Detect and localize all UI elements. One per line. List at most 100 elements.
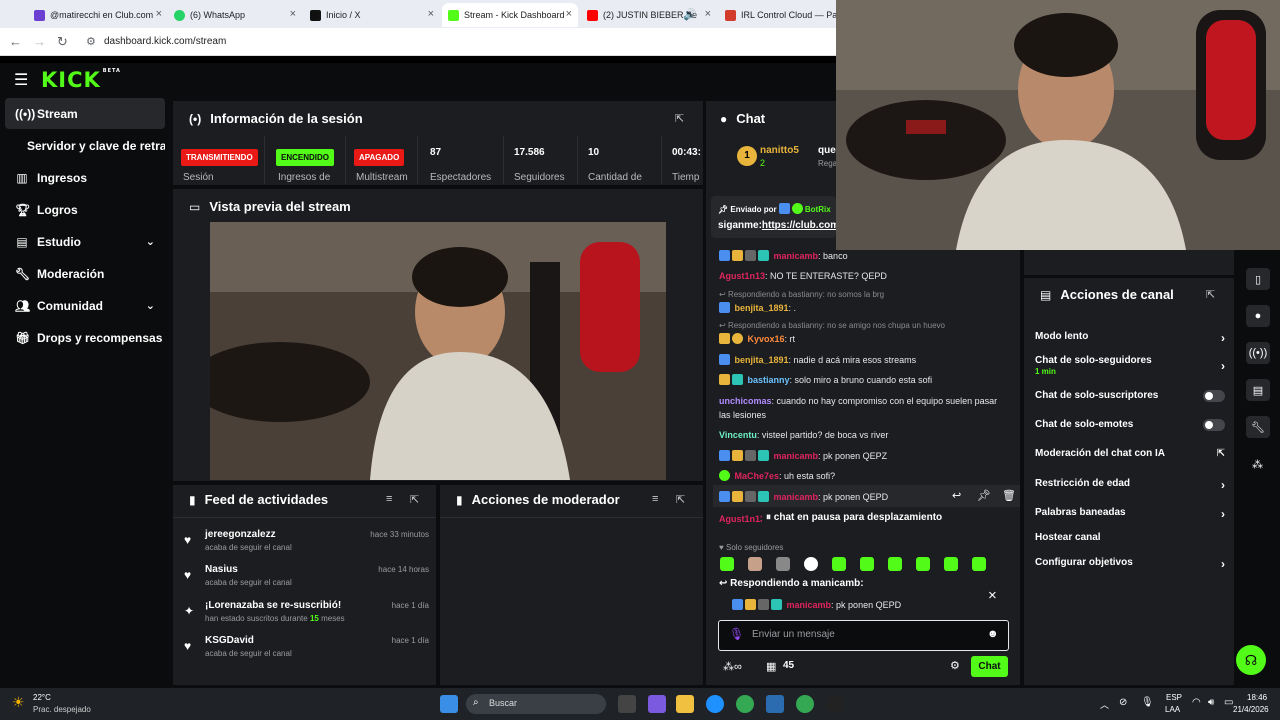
popout-icon[interactable]: ⇱ [675, 112, 684, 125]
action-slow-mode[interactable]: Modo lento › [1035, 331, 1225, 345]
browser-tab[interactable]: (6) WhatsApp × [168, 3, 302, 27]
sidebar-item-estudio[interactable]: ▤ Estudio ⌄ [5, 226, 165, 257]
chat-message[interactable]: bastianny: solo miro a bruno cuando esta… [719, 373, 1019, 387]
back-icon[interactable]: ← [9, 34, 22, 49]
language[interactable]: ESP [1166, 693, 1182, 702]
toggle-switch[interactable] [1203, 419, 1225, 431]
chat-message[interactable]: benjita_1891: nadie d acá mira esos stre… [719, 353, 1019, 367]
site-info-icon[interactable]: ⚙ [86, 35, 96, 48]
store-icon[interactable] [766, 695, 784, 713]
gear-icon[interactable]: ⚙ [950, 659, 960, 672]
sidebar-item-logros[interactable]: 🏆︎ Logros [5, 194, 165, 225]
layout-icon[interactable]: ▤ [1246, 379, 1270, 401]
network-off-icon[interactable]: ⊘ [1119, 697, 1127, 708]
emote-icon[interactable] [832, 557, 846, 571]
emote-icon[interactable] [916, 557, 930, 571]
pinned-link[interactable]: https://club.com/ [762, 220, 836, 231]
url-text[interactable]: dashboard.kick.com/stream [104, 36, 226, 47]
temperature[interactable]: 22°C [33, 693, 51, 702]
obs-icon[interactable] [826, 695, 844, 713]
sidebar-item-server[interactable]: Servidor y clave de retransn [5, 130, 165, 161]
reload-icon[interactable]: ↻ [57, 34, 68, 50]
chat-paused-notice[interactable]: ⏸ chat en pausa para desplazamiento [762, 511, 947, 524]
clock-date[interactable]: 21/4/2026 [1233, 705, 1269, 714]
chrome-icon[interactable] [736, 695, 754, 713]
speaker-icon[interactable]: 🔊 [683, 8, 697, 21]
taskbar-search[interactable] [466, 694, 606, 714]
clock-time[interactable]: 18:46 [1247, 693, 1267, 702]
chrome-icon[interactable] [796, 695, 814, 713]
sidebar-item-comunidad[interactable]: 👥︎ Comunidad ⌄ [5, 290, 165, 321]
keyboard-layout[interactable]: LAA [1165, 705, 1180, 714]
filter-icon[interactable]: ≡ [652, 493, 658, 505]
action-age-restriction[interactable]: Restricción de edad › [1035, 478, 1225, 492]
browser-tab[interactable]: @matirecchi en Club.com × [28, 3, 168, 27]
stream-preview-video[interactable] [210, 222, 666, 480]
emote-icon[interactable] [804, 557, 818, 571]
pin-icon[interactable]: 📌︎ [977, 489, 991, 502]
chat-message[interactable]: MaChe7es: uh esta sofi? [719, 469, 1019, 483]
chat-message[interactable]: unchicomas: cuando no hay compromiso con… [719, 394, 1009, 422]
sidebar-item-ingresos[interactable]: ▥ Ingresos [5, 162, 165, 193]
emote-icon[interactable] [860, 557, 874, 571]
points-icon[interactable]: ⁂∞ [723, 660, 742, 673]
sidebar-item-drops[interactable]: 🎁︎ Drops y recompensas [5, 322, 165, 353]
close-icon[interactable]: × [566, 8, 572, 20]
chat-message[interactable]: Agust1n13: NO TE ENTERASTE? QEPD [719, 269, 1019, 283]
close-icon[interactable]: × [290, 8, 296, 20]
browser-tab[interactable]: (2) JUSTIN BIEBER Be 🔊 × [581, 3, 717, 27]
chat-message[interactable]: Vincentu: visteel partido? de boca vs ri… [719, 428, 1019, 442]
popout-icon[interactable]: ⇱ [1206, 288, 1215, 301]
action-banned-words[interactable]: Palabras baneadas › [1035, 507, 1225, 521]
emote-icon[interactable] [748, 557, 762, 571]
support-headset-icon[interactable]: ☊ [1236, 645, 1266, 675]
top-gifter-name[interactable]: nanitto5 [760, 145, 799, 156]
trash-icon[interactable]: 🗑︎ [1002, 489, 1016, 502]
emote-icon[interactable] [720, 557, 734, 571]
wifi-icon[interactable]: ◠ [1192, 697, 1201, 708]
browser-tab-active[interactable]: Stream - Kick Dashboard × [442, 3, 578, 27]
points-icon[interactable]: ⁂ [1252, 458, 1263, 471]
close-icon[interactable]: × [705, 8, 711, 20]
task-view-icon[interactable] [618, 695, 636, 713]
microphone-icon[interactable]: 🎙︎ [729, 627, 744, 641]
chat-message[interactable]: Kyvox16: rt [719, 332, 1019, 346]
chat-message-hovered[interactable]: manicamb: pk ponen QEPD [719, 490, 1019, 504]
toggle-switch[interactable] [1203, 390, 1225, 402]
action-subs-only[interactable]: Chat de solo-suscriptores [1035, 390, 1225, 402]
microphone-icon[interactable]: 🎙︎ [1141, 697, 1154, 708]
chat-message[interactable]: manicamb: banco [719, 249, 1019, 263]
reply-icon[interactable]: ↩ [952, 489, 961, 502]
filter-icon[interactable]: ≡ [386, 493, 392, 505]
kick-logo[interactable]: KICK BETA [41, 68, 121, 92]
action-goals[interactable]: Configurar objetivos › [1035, 557, 1225, 571]
sidebar-item-stream[interactable]: ((•)) Stream [5, 98, 165, 129]
emoji-icon[interactable]: ☻ [987, 628, 999, 640]
edge-icon[interactable] [706, 695, 724, 713]
volume-icon[interactable]: 🔊︎ [1208, 697, 1214, 708]
weather-text[interactable]: Prac. despejado [33, 705, 91, 714]
chat-message[interactable]: manicamb: pk ponen QEPZ [719, 449, 1019, 463]
app-icon[interactable] [648, 695, 666, 713]
forward-icon[interactable]: → [33, 34, 46, 49]
sidebar-item-moderacion[interactable]: 🔧︎ Moderación [5, 258, 165, 289]
action-followers-only[interactable]: Chat de solo-seguidores › 1 min [1035, 355, 1225, 376]
folder-icon[interactable] [676, 695, 694, 713]
wrench-icon[interactable]: 🔧︎ [1246, 416, 1270, 438]
close-icon[interactable]: × [156, 8, 162, 20]
weather-icon[interactable]: ☀ [12, 694, 25, 711]
action-ai-moderation[interactable]: Moderación del chat con IA ⇱ [1035, 448, 1225, 459]
emote-icon[interactable] [944, 557, 958, 571]
emote-icon[interactable] [776, 557, 790, 571]
menu-icon[interactable]: ☰ [14, 70, 28, 90]
emote-icon[interactable] [972, 557, 986, 571]
action-host-channel[interactable]: Hostear canal [1035, 532, 1225, 543]
windows-start-icon[interactable] [440, 695, 458, 713]
notes-icon[interactable]: ▯ [1246, 268, 1270, 290]
chat-input-placeholder[interactable]: Enviar un mensaje [752, 629, 835, 640]
broadcast-icon[interactable]: ((•)) [1246, 342, 1270, 364]
chat-message[interactable]: benjita_1891: . [719, 301, 1019, 315]
chevron-up-icon[interactable]: ︿ [1100, 698, 1109, 711]
emote-icon[interactable] [888, 557, 902, 571]
browser-tab[interactable]: Inicio / X × [304, 3, 440, 27]
